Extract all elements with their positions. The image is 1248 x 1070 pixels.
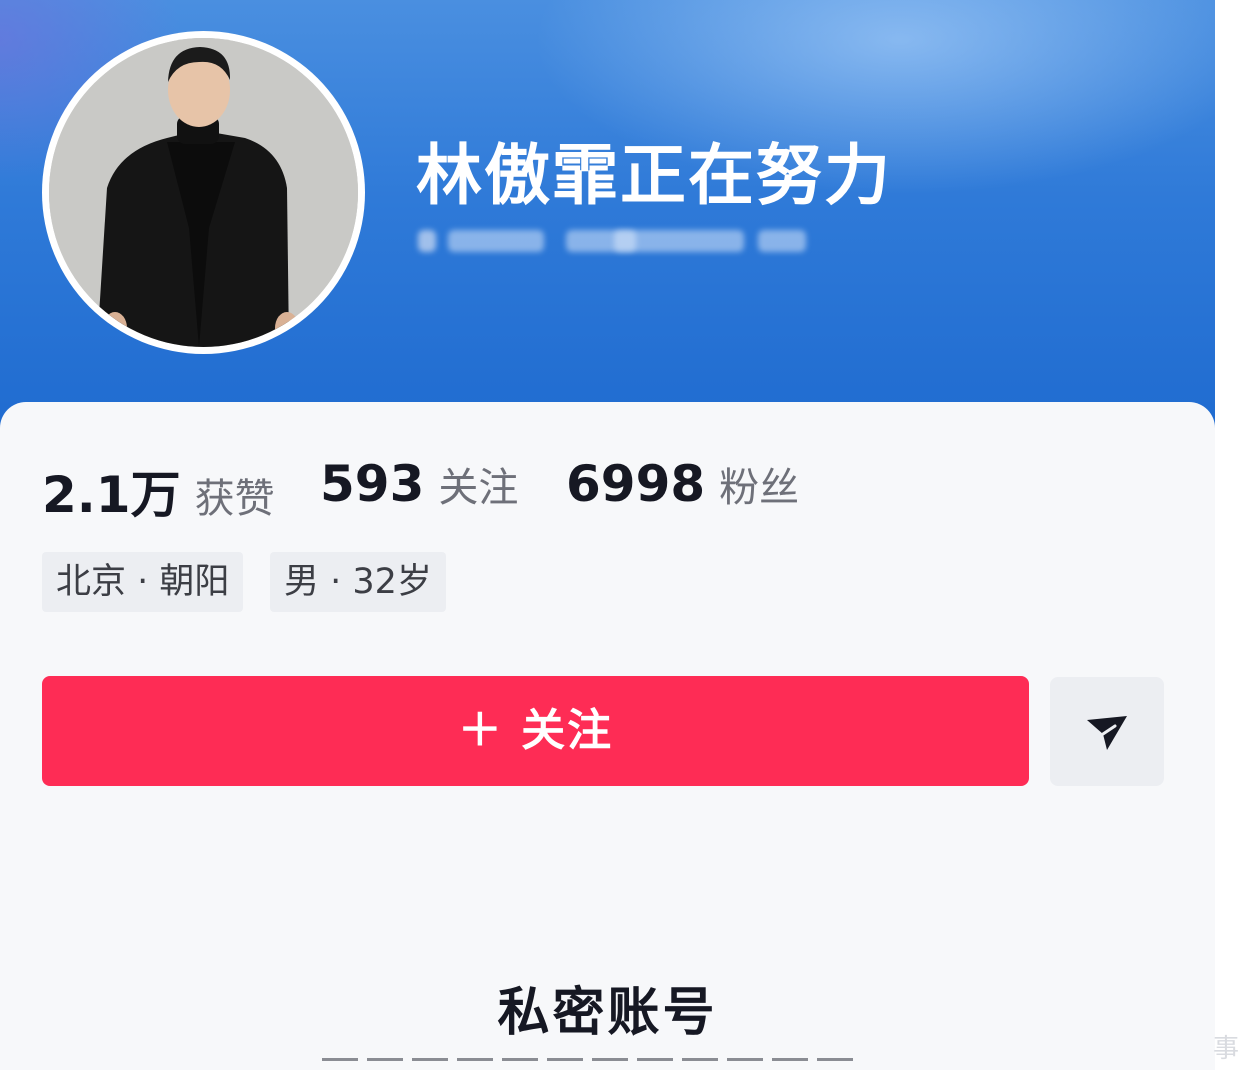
avatar[interactable] bbox=[49, 38, 358, 347]
location-tag: 北京 · 朝阳 bbox=[42, 552, 244, 612]
follow-button[interactable]: ＋ 关注 bbox=[42, 676, 1029, 786]
stat-followers[interactable]: 6998 粉丝 bbox=[566, 455, 799, 513]
stat-followers-value: 6998 bbox=[566, 455, 706, 513]
stat-likes[interactable]: 2.1万 获赞 bbox=[42, 455, 275, 527]
send-arrow-icon bbox=[1087, 716, 1127, 750]
watermark-glyph: 事 bbox=[1213, 1034, 1240, 1064]
private-account-title: 私密账号 bbox=[497, 983, 718, 1043]
stat-following[interactable]: 593 关注 bbox=[320, 455, 518, 513]
page-edge bbox=[1215, 0, 1248, 1070]
stat-following-value: 593 bbox=[320, 455, 425, 513]
profile-username: 林傲霏正在努力 bbox=[416, 137, 892, 214]
stat-likes-value: 2.1万 bbox=[42, 466, 181, 524]
blurred-account-id bbox=[418, 226, 818, 258]
stat-following-label: 关注 bbox=[438, 465, 519, 511]
gender-age-tag: 男 · 32岁 bbox=[270, 552, 446, 612]
profile-page: 林傲霏正在努力 2.1万 获赞 593 关注 6998 粉丝 北京 · 朝阳 男 · … bbox=[0, 0, 1215, 1070]
avatar-photo bbox=[49, 38, 358, 347]
stat-likes-label: 获赞 bbox=[194, 476, 275, 522]
stat-followers-label: 粉丝 bbox=[719, 465, 800, 511]
private-account-description-cut-off bbox=[322, 1058, 882, 1070]
send-message-button[interactable] bbox=[1050, 677, 1164, 786]
